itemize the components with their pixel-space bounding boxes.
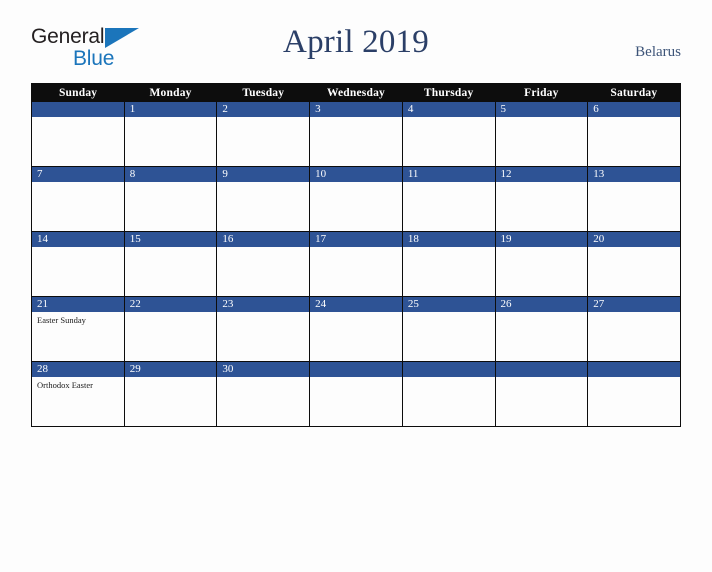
weekday-header-saturday: Saturday (587, 83, 681, 102)
calendar-day-cell[interactable]: 16 (216, 231, 311, 297)
weekday-header-wednesday: Wednesday (309, 83, 403, 102)
calendar-day-cell[interactable]: 29 (123, 361, 218, 427)
weekday-header-monday: Monday (124, 83, 217, 102)
calendar-day-cell[interactable]: 15 (123, 231, 218, 297)
day-number: 20 (588, 232, 680, 247)
day-number: 26 (495, 297, 588, 312)
day-number: 5 (495, 102, 588, 117)
day-number: 24 (310, 297, 402, 312)
calendar-day-cell[interactable]: 10 (309, 166, 403, 232)
day-number: 7 (32, 167, 124, 182)
calendar-day-cell[interactable]: 21 Easter Sunday (31, 296, 125, 362)
calendar-day-cell[interactable]: 11 (401, 166, 496, 232)
day-number: 1 (124, 102, 217, 117)
day-number: 15 (124, 232, 217, 247)
day-number: 13 (588, 167, 680, 182)
calendar-day-cell[interactable]: 3 (309, 102, 403, 167)
calendar-day-cell[interactable]: 20 (587, 231, 681, 297)
holiday-event: Orthodox Easter (37, 380, 93, 390)
day-number: 29 (124, 362, 217, 377)
day-number (495, 362, 588, 377)
day-number: 14 (32, 232, 124, 247)
calendar-day-cell[interactable]: 19 (494, 231, 589, 297)
event-list: Easter Sunday (32, 312, 124, 325)
calendar-day-cell[interactable]: 4 (401, 102, 496, 167)
weekday-header-sunday: Sunday (31, 83, 125, 102)
day-number: 11 (402, 167, 495, 182)
calendar-day-cell[interactable]: 28 Orthodox Easter (31, 361, 125, 427)
day-number: 2 (217, 102, 310, 117)
calendar-day-cell[interactable]: 14 (31, 231, 125, 297)
calendar-day-cell[interactable]: 5 (494, 102, 589, 167)
day-number: 27 (588, 297, 680, 312)
calendar-day-cell[interactable]: 9 (216, 166, 311, 232)
day-number (310, 362, 402, 377)
day-number: 25 (402, 297, 495, 312)
calendar-day-cell[interactable]: 30 (216, 361, 311, 427)
calendar-day-cell[interactable]: 22 (123, 296, 218, 362)
calendar-empty-cell (401, 361, 496, 427)
calendar-week-row: 21 Easter Sunday 22 23 24 25 26 27 (31, 296, 681, 362)
day-number: 21 (32, 297, 124, 312)
calendar-day-cell[interactable]: 27 (587, 296, 681, 362)
calendar-empty-cell (587, 361, 681, 427)
day-number: 9 (217, 167, 310, 182)
calendar-day-cell[interactable]: 24 (309, 296, 403, 362)
calendar-day-cell[interactable]: 7 (31, 166, 125, 232)
day-number (402, 362, 495, 377)
calendar-day-cell[interactable]: 12 (494, 166, 589, 232)
page-title: April 2019 (283, 24, 429, 60)
calendar-day-cell[interactable]: 2 (216, 102, 311, 167)
calendar-day-cell[interactable]: 17 (309, 231, 403, 297)
calendar-week-row: 14 15 16 17 18 19 20 (31, 231, 681, 297)
calendar-day-cell[interactable]: 25 (401, 296, 496, 362)
weekday-header-thursday: Thursday (402, 83, 496, 102)
calendar-day-cell[interactable]: 8 (123, 166, 218, 232)
day-number (32, 102, 124, 117)
calendar-empty-cell (309, 361, 403, 427)
calendar-header-row: Sunday Monday Tuesday Wednesday Thursday… (31, 83, 681, 102)
calendar-day-cell[interactable]: 26 (494, 296, 589, 362)
calendar-week-row: 7 8 9 10 11 12 13 (31, 166, 681, 232)
day-number: 28 (32, 362, 124, 377)
day-number: 10 (310, 167, 402, 182)
day-number: 22 (124, 297, 217, 312)
weekday-header-friday: Friday (495, 83, 588, 102)
day-number: 8 (124, 167, 217, 182)
calendar-body: 1 2 3 4 5 6 7 8 9 10 11 12 13 14 15 16 17 18 19 20 21 Easter … (31, 102, 681, 427)
day-number: 17 (310, 232, 402, 247)
day-number: 18 (402, 232, 495, 247)
calendar-week-row: 123456 (31, 102, 681, 167)
calendar-day-cell[interactable]: 18 (401, 231, 496, 297)
day-number: 23 (217, 297, 310, 312)
day-number (588, 362, 680, 377)
weekday-header-tuesday: Tuesday (216, 83, 310, 102)
day-number: 6 (588, 102, 680, 117)
day-number: 16 (217, 232, 310, 247)
calendar-week-row: 28 Orthodox Easter 29 30 (31, 361, 681, 427)
calendar-empty-cell (494, 361, 589, 427)
page-header: General Blue April 2019 Belarus (31, 22, 681, 77)
calendar-day-cell[interactable]: 1 (123, 102, 218, 167)
calendar-day-cell[interactable]: 13 (587, 166, 681, 232)
country-label: Belarus (635, 44, 681, 60)
calendar-table: Sunday Monday Tuesday Wednesday Thursday… (31, 83, 681, 427)
day-number: 4 (402, 102, 495, 117)
day-number: 19 (495, 232, 588, 247)
calendar-day-cell[interactable]: 23 (216, 296, 311, 362)
day-number: 3 (310, 102, 402, 117)
day-number: 30 (217, 362, 310, 377)
calendar-empty-cell (31, 102, 125, 167)
holiday-event: Easter Sunday (37, 315, 86, 325)
calendar-day-cell[interactable]: 6 (587, 102, 681, 167)
event-list: Orthodox Easter (32, 377, 124, 390)
day-number: 12 (495, 167, 588, 182)
